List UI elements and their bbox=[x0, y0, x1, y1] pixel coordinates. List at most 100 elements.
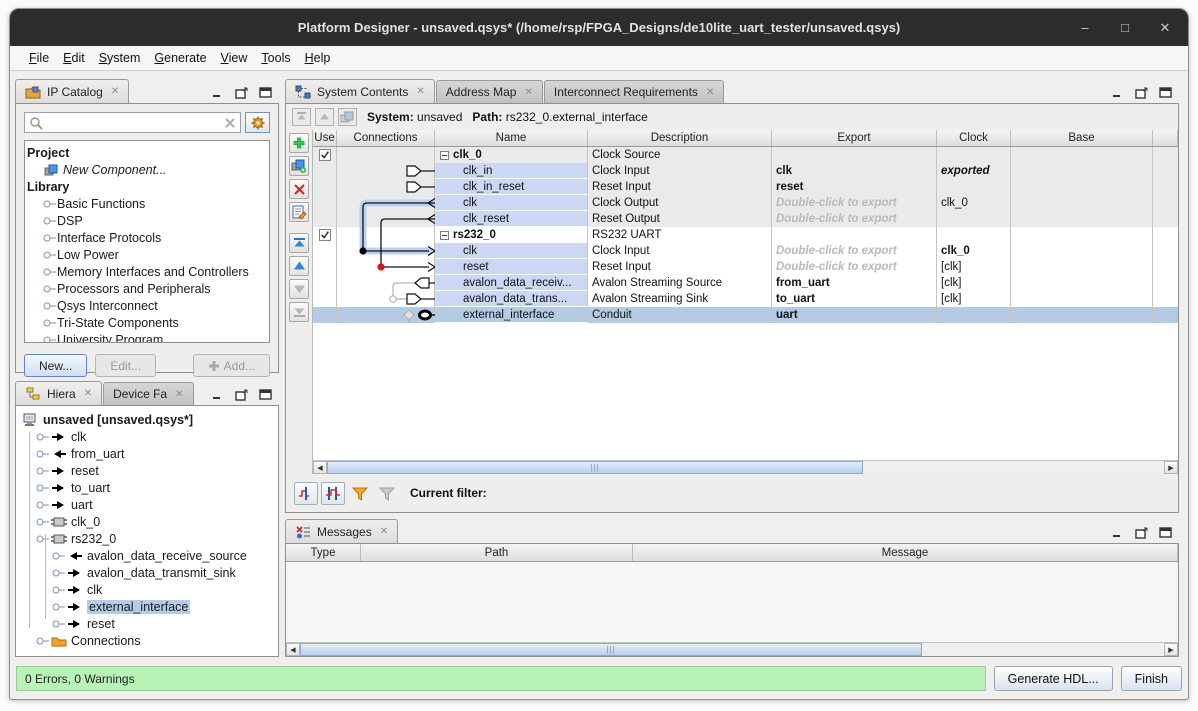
base-cell[interactable] bbox=[1011, 147, 1153, 163]
panel-maximize-icon[interactable] bbox=[258, 388, 273, 401]
table-row-clk[interactable]: clkClock InputDouble-click to exportclk_… bbox=[313, 243, 1178, 259]
move-up-button[interactable] bbox=[289, 256, 309, 276]
new-component-button[interactable]: New... bbox=[24, 354, 87, 377]
scroll-right-icon[interactable]: ▶ bbox=[1164, 461, 1178, 474]
table-row-clk_in[interactable]: clk_inClock Inputclkexported bbox=[313, 163, 1178, 179]
hierarchy-tab-device-fa[interactable]: Device Fa✕ bbox=[103, 382, 193, 405]
ip-item-dsp[interactable]: DSP bbox=[27, 212, 267, 229]
name-cell[interactable]: clk_0 bbox=[435, 147, 588, 163]
table-hscrollbar[interactable]: ◀ ||| ▶ bbox=[313, 460, 1178, 474]
base-cell[interactable] bbox=[1011, 291, 1153, 307]
hiera-item-clk[interactable]: clk bbox=[20, 581, 274, 598]
panel-float-icon[interactable] bbox=[1134, 86, 1149, 99]
export-cell[interactable]: Double-click to export bbox=[772, 259, 937, 275]
ip-item-project[interactable]: Project bbox=[27, 144, 267, 161]
base-cell[interactable] bbox=[1011, 275, 1153, 291]
hiera-item-from-uart[interactable]: from_uart bbox=[20, 445, 274, 462]
messages-tab-messages[interactable]: Messages✕ bbox=[285, 519, 398, 543]
scroll-left-icon[interactable]: ◀ bbox=[286, 643, 300, 656]
edit-button[interactable] bbox=[289, 202, 309, 222]
clock-cell[interactable] bbox=[937, 307, 1011, 323]
tab-close-icon[interactable]: ✕ bbox=[380, 526, 388, 537]
edit-component-button[interactable]: Edit... bbox=[95, 354, 156, 377]
panel-minimize-icon[interactable] bbox=[1110, 526, 1125, 539]
tab-close-icon[interactable]: ✕ bbox=[524, 87, 532, 98]
table-row-clk_in_reset[interactable]: clk_in_resetReset Inputreset bbox=[313, 179, 1178, 195]
description-cell[interactable]: Avalon Streaming Source bbox=[588, 275, 772, 291]
tab-close-icon[interactable]: ✕ bbox=[111, 86, 119, 97]
export-cell[interactable] bbox=[772, 147, 937, 163]
clock-cell[interactable] bbox=[937, 179, 1011, 195]
export-cell[interactable]: Double-click to export bbox=[772, 211, 937, 227]
column-header-name[interactable]: Name bbox=[435, 130, 588, 146]
panel-maximize-icon[interactable] bbox=[1158, 526, 1173, 539]
panel-minimize-icon[interactable] bbox=[210, 86, 225, 99]
messages-column-type[interactable]: Type bbox=[286, 544, 361, 561]
clock-cell[interactable]: clk_0 bbox=[937, 195, 1011, 211]
hiera-item-rs232-0[interactable]: rs232_0 bbox=[20, 530, 274, 547]
name-cell[interactable]: rs232_0 bbox=[435, 227, 588, 243]
clock-cell[interactable] bbox=[937, 147, 1011, 163]
description-cell[interactable]: Reset Output bbox=[588, 211, 772, 227]
ip-item-library[interactable]: Library bbox=[27, 178, 267, 195]
menu-tools[interactable]: Tools bbox=[254, 49, 297, 67]
add-component-button[interactable] bbox=[289, 156, 309, 176]
menu-view[interactable]: View bbox=[214, 49, 255, 67]
hierarchy-tab-hiera[interactable]: Hiera✕ bbox=[15, 381, 102, 405]
hiera-item-clk-0[interactable]: clk_0 bbox=[20, 513, 274, 530]
hiera-item-to-uart[interactable]: to_uart bbox=[20, 479, 274, 496]
hiera-item-avalon-data-transmit-sink[interactable]: avalon_data_transmit_sink bbox=[20, 564, 274, 581]
description-cell[interactable]: Clock Output bbox=[588, 195, 772, 211]
ip-item-new-component-[interactable]: New Component... bbox=[27, 161, 267, 178]
system-tab-interconnect-requirements[interactable]: Interconnect Requirements✕ bbox=[544, 80, 724, 103]
hiera-item-avalon-data-receive-source[interactable]: avalon_data_receive_source bbox=[20, 547, 274, 564]
hiera-item-external-interface[interactable]: external_interface bbox=[20, 598, 274, 615]
panel-float-icon[interactable] bbox=[234, 388, 249, 401]
collapse-icon[interactable] bbox=[440, 151, 449, 160]
minimize-window-icon[interactable]: – bbox=[1076, 20, 1094, 35]
move-top-disabled-button[interactable] bbox=[292, 108, 311, 126]
base-cell[interactable] bbox=[1011, 163, 1153, 179]
table-row-clk[interactable]: clkClock OutputDouble-click to exportclk… bbox=[313, 195, 1178, 211]
ip-item-university-program[interactable]: University Program bbox=[27, 331, 267, 343]
description-cell[interactable]: Avalon Streaming Sink bbox=[588, 291, 772, 307]
export-cell[interactable]: from_uart bbox=[772, 275, 937, 291]
clock-cell[interactable] bbox=[937, 211, 1011, 227]
remove-button[interactable] bbox=[289, 179, 309, 199]
base-cell[interactable] bbox=[1011, 243, 1153, 259]
description-cell[interactable]: Clock Source bbox=[588, 147, 772, 163]
name-cell[interactable]: avalon_data_receiv... bbox=[435, 275, 588, 291]
table-row-reset[interactable]: resetReset InputDouble-click to export[c… bbox=[313, 259, 1178, 275]
description-cell[interactable]: Clock Input bbox=[588, 163, 772, 179]
base-cell[interactable] bbox=[1011, 259, 1153, 275]
export-cell[interactable]: to_uart bbox=[772, 291, 937, 307]
signal-filter-button[interactable] bbox=[321, 482, 345, 505]
collapse-icon[interactable] bbox=[440, 231, 449, 240]
table-row-avalon_data_trans[interactable]: avalon_data_trans...Avalon Streaming Sin… bbox=[313, 291, 1178, 307]
name-cell[interactable]: avalon_data_trans... bbox=[435, 291, 588, 307]
name-cell[interactable]: reset bbox=[435, 259, 588, 275]
ip-item-processors-and-peripherals[interactable]: Processors and Peripherals bbox=[27, 280, 267, 297]
description-cell[interactable]: Clock Input bbox=[588, 243, 772, 259]
clock-crossing-filter-button[interactable] bbox=[294, 482, 318, 505]
menu-edit[interactable]: Edit bbox=[56, 49, 92, 67]
messages-column-path[interactable]: Path bbox=[361, 544, 633, 561]
move-up-disabled-button[interactable] bbox=[315, 108, 334, 126]
column-header-base[interactable]: Base bbox=[1011, 130, 1153, 146]
hiera-item-connections[interactable]: Connections bbox=[20, 632, 274, 649]
panel-maximize-icon[interactable] bbox=[1158, 86, 1173, 99]
column-header-use[interactable]: Use bbox=[313, 130, 337, 146]
panel-maximize-icon[interactable] bbox=[258, 86, 273, 99]
name-cell[interactable]: clk_in bbox=[435, 163, 588, 179]
ip-catalog-tab-ip-catalog[interactable]: IP Catalog✕ bbox=[15, 79, 129, 103]
panel-minimize-icon[interactable] bbox=[1110, 86, 1125, 99]
filter-funnel-button[interactable] bbox=[348, 482, 372, 505]
clock-cell[interactable]: [clk] bbox=[937, 275, 1011, 291]
tab-close-icon[interactable]: ✕ bbox=[175, 389, 183, 400]
system-tab-address-map[interactable]: Address Map✕ bbox=[436, 80, 543, 103]
description-cell[interactable]: Reset Input bbox=[588, 259, 772, 275]
description-cell[interactable]: RS232 UART bbox=[588, 227, 772, 243]
system-tab-system-contents[interactable]: System Contents✕ bbox=[285, 79, 435, 103]
name-cell[interactable]: clk bbox=[435, 195, 588, 211]
close-window-icon[interactable]: ✕ bbox=[1156, 20, 1174, 36]
